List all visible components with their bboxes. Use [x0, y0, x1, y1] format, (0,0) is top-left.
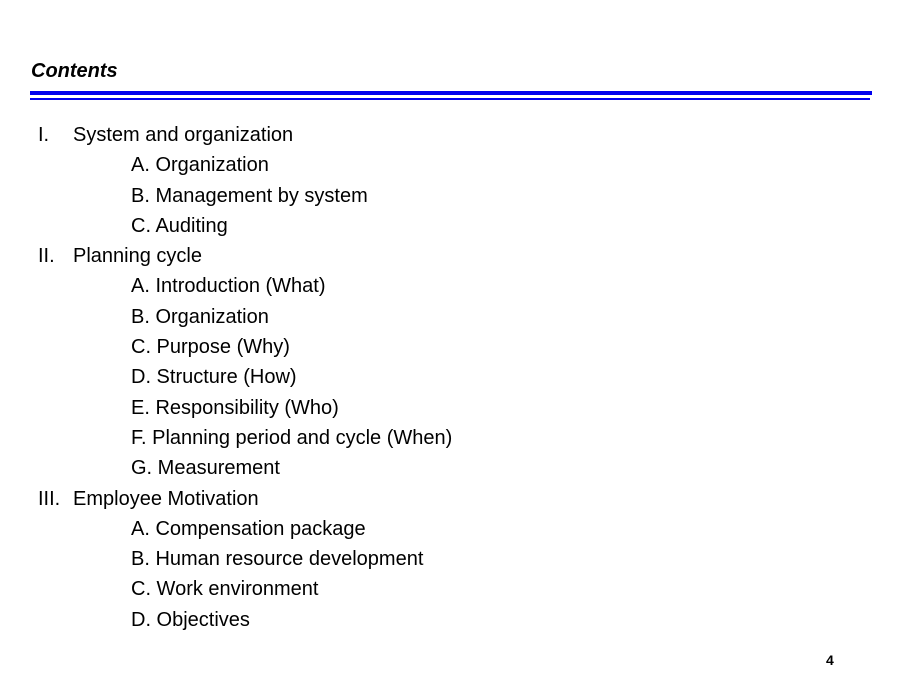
section-label: Planning cycle: [73, 245, 202, 268]
subitem-label: E. Responsibility (Who): [131, 396, 339, 419]
subitem-label: C. Purpose (Why): [131, 336, 290, 359]
title-rule-thick: [30, 91, 872, 95]
section-numeral: II.: [38, 245, 55, 268]
section-numeral: III.: [38, 487, 61, 510]
subitem-label: B. Organization: [131, 305, 269, 328]
section-numeral: I.: [38, 124, 50, 146]
subitem-label: B. Human resource development: [131, 548, 424, 571]
subitem-label: A. Compensation package: [131, 517, 366, 540]
page-number: 4: [826, 652, 834, 668]
subitem-label: F. Planning period and cycle (When): [131, 426, 453, 449]
title-rule-thin: [30, 98, 870, 100]
subitem-label: G. Measurement: [131, 457, 280, 480]
subitem-label: C. Auditing: [131, 214, 228, 237]
page-title: Contents: [31, 60, 118, 82]
subitem-label: A. Introduction (What): [131, 275, 326, 298]
section-label: Employee Motivation: [73, 487, 259, 510]
section-label: System and organization: [73, 124, 294, 146]
subitem-label: C. Work environment: [131, 578, 319, 601]
subitem-label: D. Structure (How): [131, 366, 297, 389]
subitem-label: A. Organization: [131, 154, 269, 177]
subitem-label: B. Management by system: [131, 184, 368, 207]
subitem-label: D. Objectives: [131, 608, 250, 631]
